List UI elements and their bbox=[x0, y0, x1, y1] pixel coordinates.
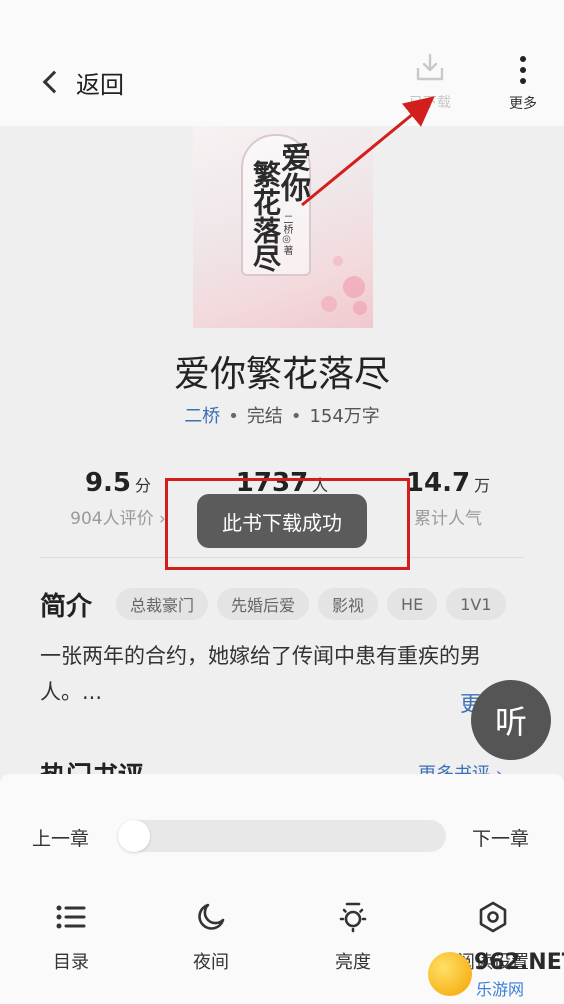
nav-catalog[interactable]: 目录 bbox=[16, 900, 126, 974]
list-icon bbox=[56, 905, 86, 929]
watermark-sub: 乐游网 bbox=[476, 980, 525, 999]
moon-icon bbox=[198, 903, 225, 930]
watermark-logo bbox=[428, 952, 472, 996]
chapter-progress-slider[interactable] bbox=[118, 820, 446, 852]
slider-handle[interactable] bbox=[118, 820, 150, 852]
nav-brightness-label: 亮度 bbox=[335, 952, 371, 973]
nav-catalog-label: 目录 bbox=[53, 952, 89, 973]
brightness-icon bbox=[339, 902, 367, 933]
watermark-brand: 962.NET bbox=[474, 950, 564, 975]
next-chapter-button[interactable]: 下一章 bbox=[472, 824, 529, 851]
prev-chapter-button[interactable]: 上一章 bbox=[32, 824, 89, 851]
nav-night-label: 夜间 bbox=[193, 952, 229, 973]
nav-brightness[interactable]: 亮度 bbox=[298, 900, 408, 974]
settings-hex-icon bbox=[479, 901, 507, 933]
nav-night[interactable]: 夜间 bbox=[156, 900, 266, 974]
